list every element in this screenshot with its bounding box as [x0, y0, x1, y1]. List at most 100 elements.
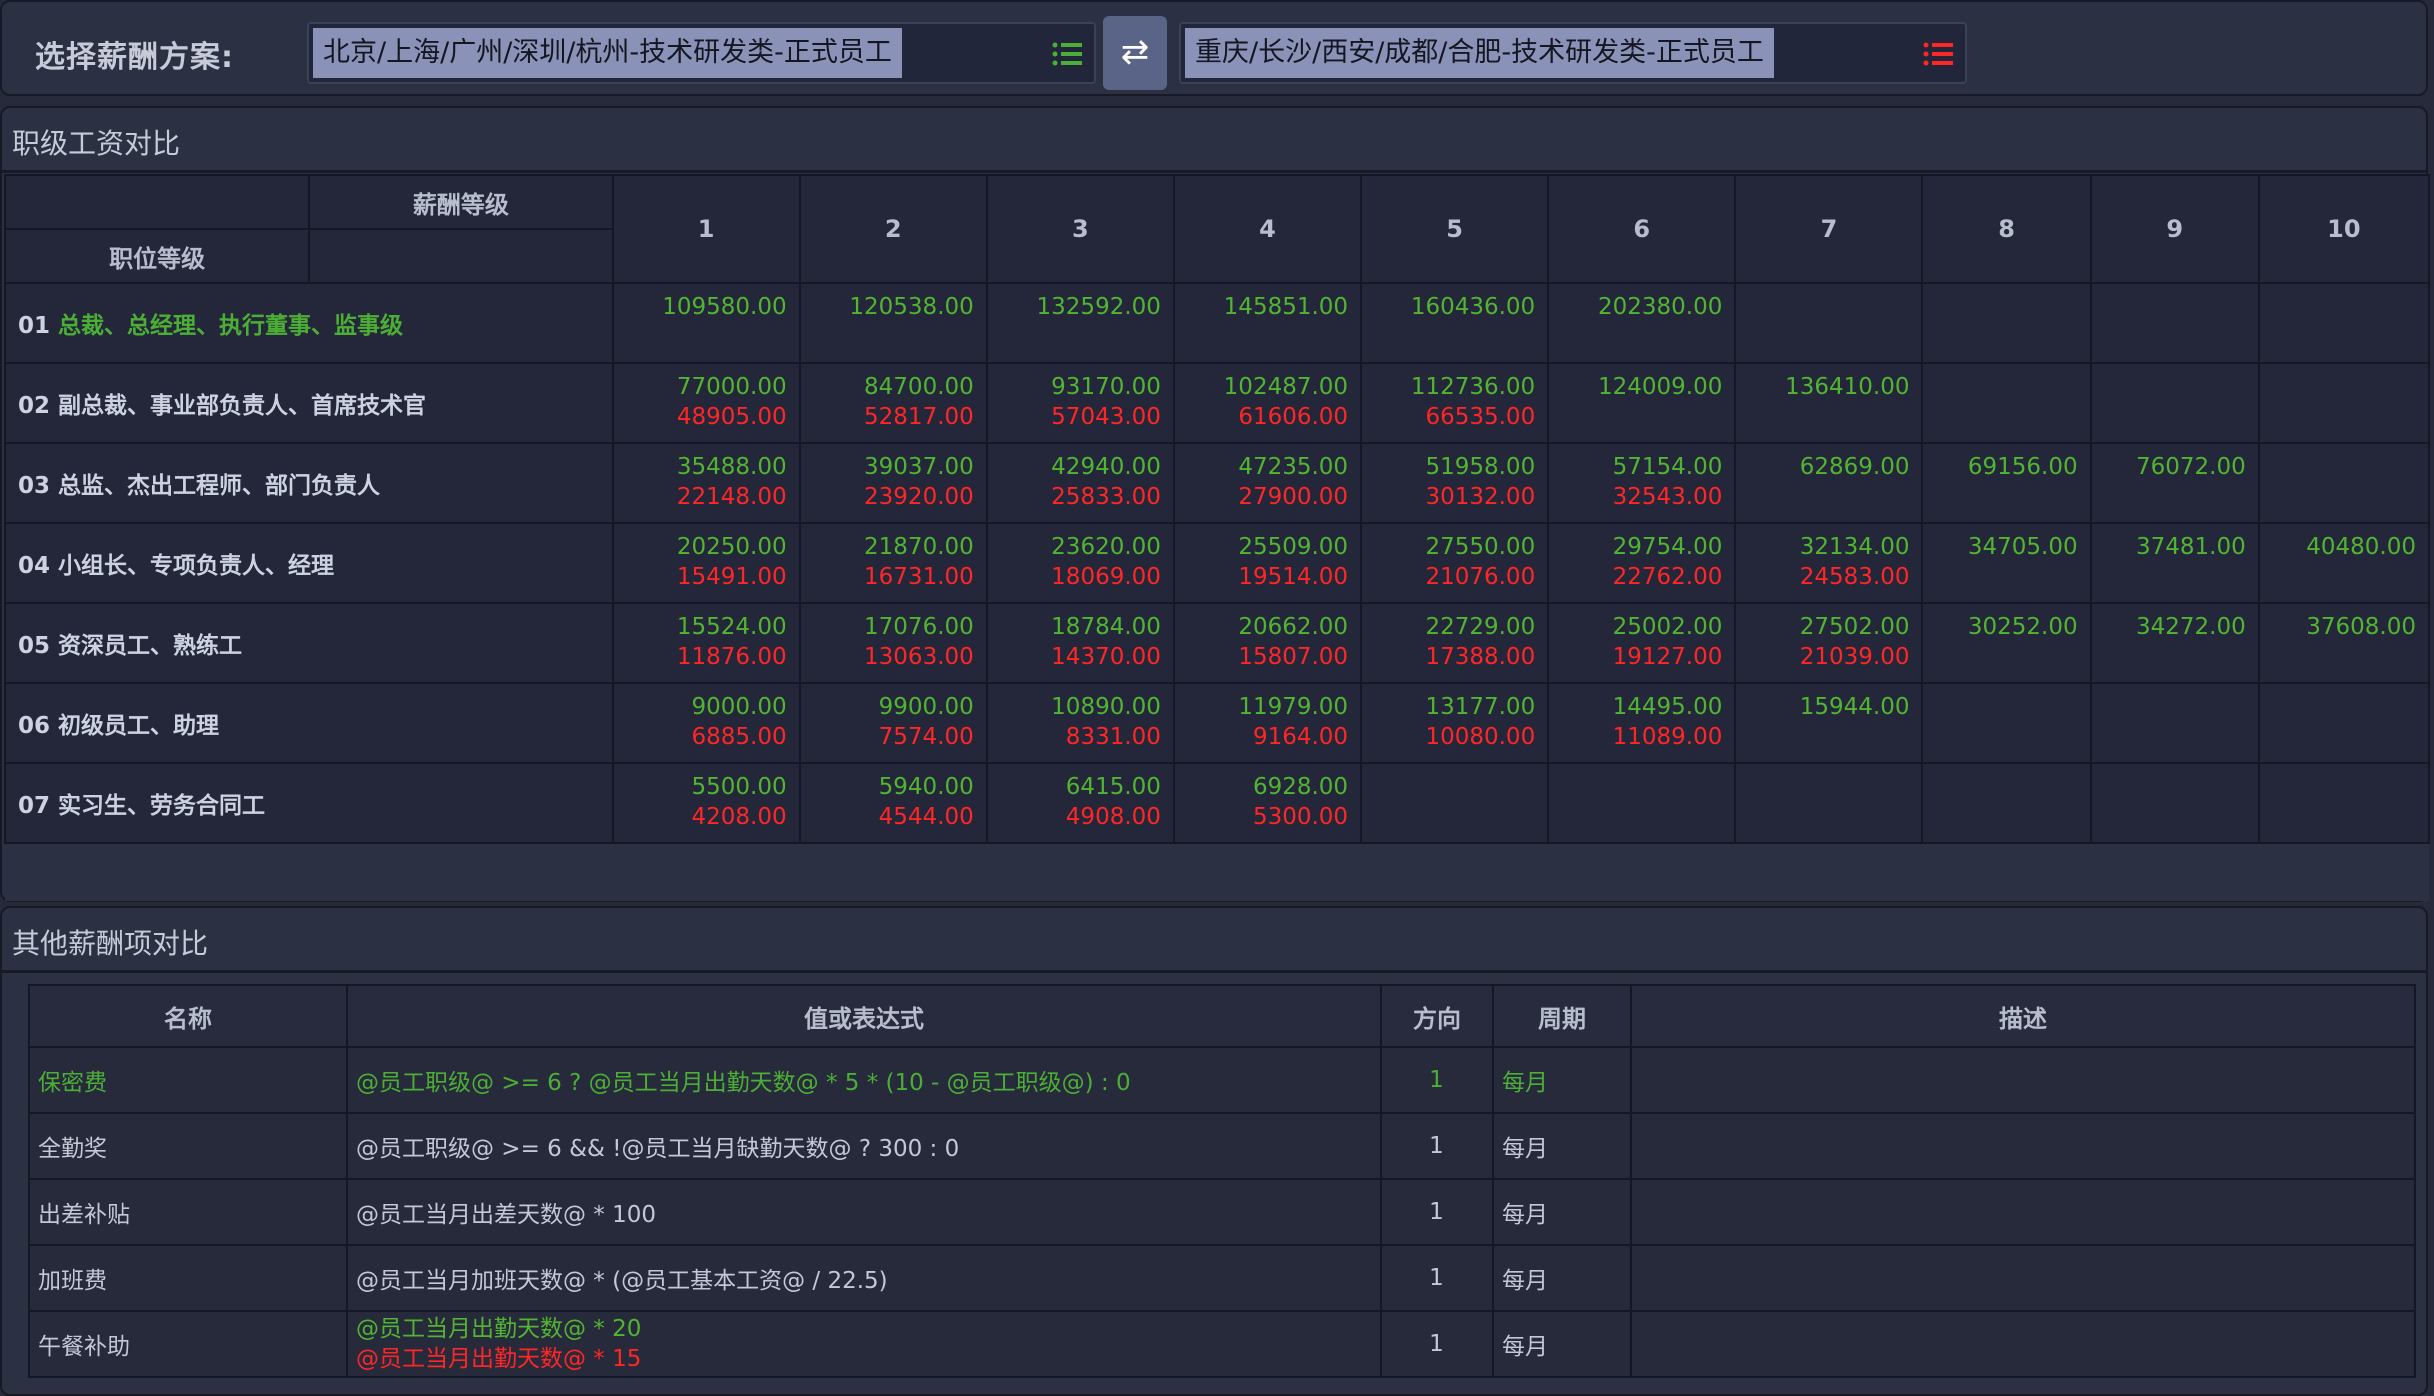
left-plan-salary: 136410.00	[1785, 374, 1910, 400]
grade-filler-row	[5, 843, 2429, 901]
grade-panel-title: 职级工资对比	[12, 127, 181, 160]
left-plan-salary: 84700.00	[864, 374, 974, 400]
salary-cell: 37608.00​	[2257, 602, 2431, 684]
right-plan-salary: 4908.00	[1065, 804, 1161, 830]
left-plan-salary: 57154.00	[1612, 454, 1723, 480]
col-desc-header: 描述	[1630, 984, 2416, 1048]
salary-cell: 25002.00 19127.00	[1547, 602, 1737, 684]
left-plan-salary: 9000.00	[691, 694, 787, 720]
left-plan-salary: 124009.00	[1597, 374, 1723, 400]
left-plan-salary: ​	[1924, 372, 2077, 402]
left-plan-salary: ​	[2261, 292, 2416, 322]
right-plan-salary: 4544.00	[878, 804, 974, 830]
right-plan-salary: ​	[1550, 322, 1722, 352]
item-period: 每月	[1492, 1112, 1632, 1180]
left-plan-salary: 37481.00	[2135, 534, 2246, 560]
salary-cell: ​​	[1734, 762, 1924, 844]
salary-cell: 21870.00 16731.00	[798, 522, 988, 604]
right-plan-select[interactable]: 重庆/长沙/西安/成都/合肥-技术研发类-正式员工	[1179, 22, 1967, 84]
salary-cell: ​​	[2089, 362, 2260, 444]
salary-cell: 132592.00​	[985, 282, 1175, 364]
grade-row: 04 小组长、专项负责人、经理 20250.00 15491.00 21870.00 1…	[4, 522, 2431, 604]
salary-cell: 42940.00 25833.00	[985, 442, 1175, 524]
right-plan-salary: ​	[1924, 562, 2077, 592]
position-name: 初级员工、助理	[58, 713, 220, 739]
salary-cell: 39037.00 23920.00	[798, 442, 988, 524]
level-header: 5	[1360, 174, 1550, 284]
level-header: 2	[798, 174, 988, 284]
left-plan-salary: 9900.00	[878, 694, 974, 720]
compensation-item-row[interactable]: 加班费 @员工当月加班天数@ * (@员工基本工资@ / 22.5) 1 每月	[28, 1244, 2416, 1312]
left-plan-salary: 6928.00	[1252, 774, 1349, 800]
position-level-header: 职位等级	[3, 228, 311, 284]
salary-cell: 76072.00​	[2089, 442, 2260, 524]
salary-cell: 25509.00 19514.00	[1172, 522, 1363, 604]
compensation-item-row[interactable]: 全勤奖 @员工职级@ >= 6 && !@员工当月缺勤天数@ ? 300 : 0 1…	[28, 1112, 2416, 1180]
right-plan-salary: 27900.00	[1238, 484, 1349, 510]
salary-cell: ​​	[2089, 682, 2260, 764]
position-level-cell: 07 实习生、劳务合同工	[4, 762, 614, 844]
right-plan-salary: 24583.00	[1799, 564, 1910, 590]
position-level-cell: 04 小组长、专项负责人、经理	[4, 522, 614, 604]
left-plan-salary: 29754.00	[1612, 534, 1723, 560]
filler-cell	[5, 843, 2429, 901]
salary-cell: 40480.00​	[2257, 522, 2431, 604]
left-plan-salary: 27550.00	[1425, 534, 1536, 560]
salary-cell: 20662.00 15807.00	[1172, 602, 1363, 684]
left-plan-salary: ​	[1924, 692, 2077, 722]
position-code: 05	[18, 633, 51, 659]
swap-plans-button[interactable]: ⇄	[1103, 16, 1167, 90]
left-plan-salary: ​	[1550, 772, 1722, 802]
right-plan-salary: ​	[1737, 722, 1909, 752]
left-plan-salary: ​	[2261, 372, 2416, 402]
level-header: 6	[1547, 174, 1737, 284]
grade-row: 07 实习生、劳务合同工 5500.00 4208.00 5940.00 4544.00…	[4, 762, 2431, 844]
item-period: 每月	[1492, 1178, 1632, 1246]
right-plan-salary: ​	[1737, 402, 1909, 432]
right-plan-salary: ​	[1924, 482, 2077, 512]
salary-cell: ​​	[1734, 282, 1924, 364]
item-expression: @员工当月出勤天数@ * 20 @员工当月出勤天数@ * 15	[346, 1310, 1382, 1378]
swap-icon: ⇄	[1120, 32, 1150, 72]
list-icon[interactable]	[1052, 41, 1082, 67]
item-description	[1630, 1112, 2416, 1180]
grade-row: 01 总裁、总经理、执行董事、监事级109580.00​120538.00​13…	[4, 282, 2431, 364]
left-plan-salary: 47235.00	[1238, 454, 1349, 480]
left-plan-value: 北京/上海/广州/深圳/杭州-技术研发类-正式员工	[313, 28, 902, 78]
list-icon[interactable]	[1923, 41, 1953, 67]
salary-cell: 6415.00 4908.00	[985, 762, 1175, 844]
left-plan-salary: 42940.00	[1051, 454, 1161, 480]
left-plan-salary: ​	[2261, 692, 2416, 722]
salary-cell: 84700.00 52817.00	[798, 362, 988, 444]
position-code: 03	[18, 473, 51, 499]
item-description	[1630, 1310, 2416, 1378]
salary-cell: 109580.00​	[611, 282, 801, 364]
left-plan-salary: 132592.00	[1036, 294, 1161, 320]
left-plan-salary: 6415.00	[1065, 774, 1161, 800]
salary-cell: ​​	[2257, 442, 2431, 524]
salary-cell: 10890.00 8331.00	[985, 682, 1175, 764]
left-plan-salary: 23620.00	[1051, 534, 1161, 560]
right-plan-salary: ​	[2261, 482, 2416, 512]
left-plan-salary: 10890.00	[1051, 694, 1161, 720]
left-plan-select[interactable]: 北京/上海/广州/深圳/杭州-技术研发类-正式员工	[307, 22, 1096, 84]
salary-cell: 202380.00​	[1547, 282, 1737, 364]
left-plan-salary: ​	[1737, 772, 1909, 802]
left-plan-salary: 69156.00	[1967, 454, 2078, 480]
right-plan-salary: 30132.00	[1425, 484, 1536, 510]
compensation-item-row[interactable]: 出差补贴 @员工当月出差天数@ * 100 1 每月	[28, 1178, 2416, 1246]
compensation-item-row[interactable]: 午餐补助 @员工当月出勤天数@ * 20 @员工当月出勤天数@ * 15 1 每月	[28, 1310, 2416, 1378]
left-plan-salary: ​	[1363, 772, 1535, 802]
position-level-cell: 05 资深员工、熟练工	[4, 602, 614, 684]
left-plan-salary: ​	[2093, 372, 2246, 402]
divider	[2, 970, 2426, 973]
right-plan-value: 重庆/长沙/西安/成都/合肥-技术研发类-正式员工	[1185, 28, 1774, 78]
right-plan-salary: ​	[1737, 322, 1909, 352]
position-code: 01	[18, 313, 51, 339]
left-plan-salary: 93170.00	[1051, 374, 1161, 400]
salary-cell: ​​	[2257, 762, 2431, 844]
item-expression: @员工当月加班天数@ * (@员工基本工资@ / 22.5)	[346, 1244, 1382, 1312]
left-plan-salary: 14495.00	[1612, 694, 1723, 720]
compensation-item-row[interactable]: 保密费 @员工职级@ >= 6 ? @员工当月出勤天数@ * 5 * (10 - …	[28, 1046, 2416, 1114]
right-plan-salary: 17388.00	[1425, 644, 1536, 670]
